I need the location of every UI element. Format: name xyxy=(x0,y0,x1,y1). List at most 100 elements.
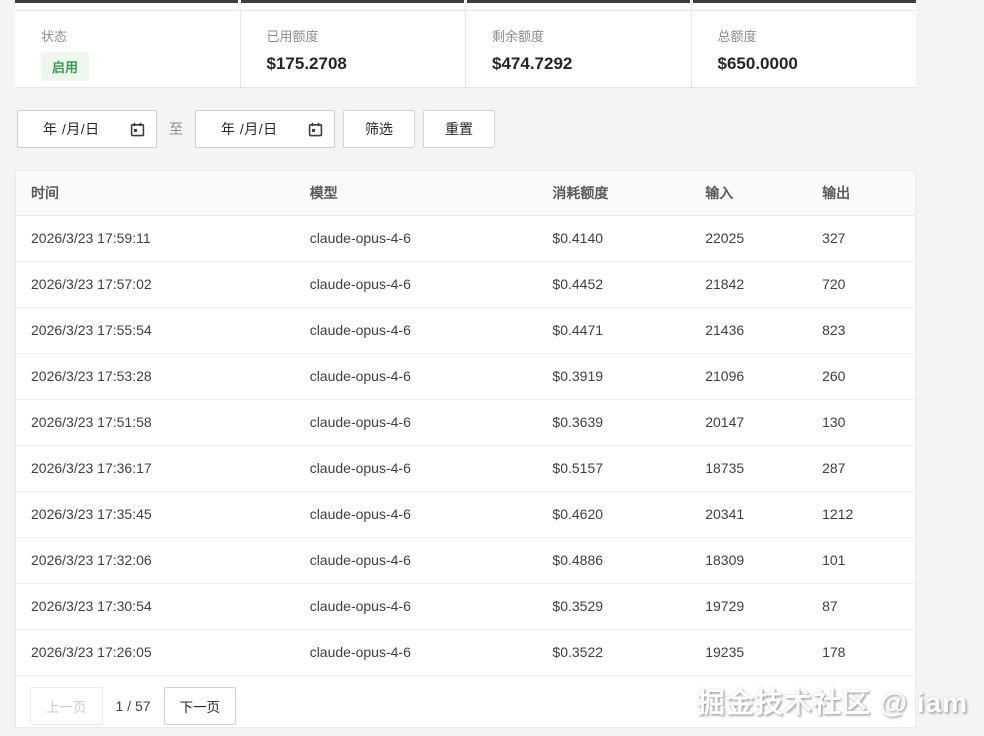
table-row: 2026/3/23 17:51:58claude-opus-4-6$0.3639… xyxy=(16,399,915,445)
next-page-button[interactable]: 下一页 xyxy=(164,687,237,725)
start-date-placeholder: 年 /月/日 xyxy=(43,119,100,139)
table-cell: 2026/3/23 17:32:06 xyxy=(16,537,295,583)
stat-card: 已用额度 $175.2708 xyxy=(240,11,466,87)
calendar-icon[interactable] xyxy=(130,122,145,137)
table-cell: claude-opus-4-6 xyxy=(295,215,538,261)
table-cell: $0.3639 xyxy=(537,399,690,445)
pagination: 上一页 1 / 57 下一页 xyxy=(16,676,915,736)
table-cell: 101 xyxy=(807,537,915,583)
usage-table: 时间模型消耗额度输入输出 2026/3/23 17:59:11claude-op… xyxy=(16,171,915,675)
date-range-separator: 至 xyxy=(169,119,183,139)
table-cell: 287 xyxy=(807,445,915,491)
table-cell: 2026/3/23 17:26:05 xyxy=(16,629,295,675)
table-header-row: 时间模型消耗额度输入输出 xyxy=(16,171,915,215)
table-cell: $0.4140 xyxy=(537,215,690,261)
table-cell: 2026/3/23 17:59:11 xyxy=(16,215,295,261)
usage-table-card: 时间模型消耗额度输入输出 2026/3/23 17:59:11claude-op… xyxy=(15,170,916,728)
stat-value: $650.0000 xyxy=(718,54,891,74)
table-cell: 21436 xyxy=(690,307,807,353)
strip-segment xyxy=(241,0,464,10)
strip-segment xyxy=(467,0,690,10)
table-cell: claude-opus-4-6 xyxy=(295,261,538,307)
table-cell: $0.3919 xyxy=(537,353,690,399)
strip-segment xyxy=(15,0,238,10)
table-cell: claude-opus-4-6 xyxy=(295,491,538,537)
table-cell: $0.4452 xyxy=(537,261,690,307)
stat-label: 已用额度 xyxy=(267,26,440,45)
reset-button[interactable]: 重置 xyxy=(423,110,495,148)
end-date-input[interactable]: 年 /月/日 xyxy=(195,110,335,148)
strip-segment xyxy=(693,0,916,10)
table-row: 2026/3/23 17:36:17claude-opus-4-6$0.5157… xyxy=(16,445,915,491)
prev-page-button[interactable]: 上一页 xyxy=(30,687,103,725)
stat-value: $474.7292 xyxy=(492,54,665,74)
usage-table-body: 2026/3/23 17:59:11claude-opus-4-6$0.4140… xyxy=(16,215,915,675)
table-cell: 20341 xyxy=(690,491,807,537)
stat-value: $175.2708 xyxy=(267,54,440,74)
stat-label: 总额度 xyxy=(718,26,891,45)
table-cell: 178 xyxy=(807,629,915,675)
table-cell: 2026/3/23 17:55:54 xyxy=(16,307,295,353)
table-cell: $0.3522 xyxy=(537,629,690,675)
stat-card: 剩余额度 $474.7292 xyxy=(465,11,691,87)
table-cell: 260 xyxy=(807,353,915,399)
stat-label: 状态 xyxy=(41,26,214,45)
date-filter-bar: 年 /月/日 至 年 /月/日 筛选 xyxy=(17,110,495,148)
column-header: 输入 xyxy=(690,171,807,215)
column-header: 模型 xyxy=(295,171,538,215)
table-cell: 823 xyxy=(807,307,915,353)
table-cell: 21096 xyxy=(690,353,807,399)
table-cell: claude-opus-4-6 xyxy=(295,353,538,399)
table-cell: 2026/3/23 17:53:28 xyxy=(16,353,295,399)
table-cell: 19235 xyxy=(690,629,807,675)
table-cell: 327 xyxy=(807,215,915,261)
status-badge: 启用 xyxy=(41,52,89,81)
table-cell: claude-opus-4-6 xyxy=(295,445,538,491)
table-row: 2026/3/23 17:53:28claude-opus-4-6$0.3919… xyxy=(16,353,915,399)
table-cell: 130 xyxy=(807,399,915,445)
table-cell: claude-opus-4-6 xyxy=(295,399,538,445)
table-cell: 2026/3/23 17:35:45 xyxy=(16,491,295,537)
table-cell: 21842 xyxy=(690,261,807,307)
table-cell: $0.3529 xyxy=(537,583,690,629)
table-cell: 1212 xyxy=(807,491,915,537)
table-cell: 720 xyxy=(807,261,915,307)
stat-label: 剩余额度 xyxy=(492,26,665,45)
table-cell: $0.5157 xyxy=(537,445,690,491)
table-cell: $0.4620 xyxy=(537,491,690,537)
end-date-placeholder: 年 /月/日 xyxy=(221,119,278,139)
table-cell: $0.4886 xyxy=(537,537,690,583)
table-cell: 20147 xyxy=(690,399,807,445)
table-cell: claude-opus-4-6 xyxy=(295,629,538,675)
table-row: 2026/3/23 17:30:54claude-opus-4-6$0.3529… xyxy=(16,583,915,629)
table-cell: 18309 xyxy=(690,537,807,583)
table-cell: 19729 xyxy=(690,583,807,629)
column-header: 消耗额度 xyxy=(537,171,690,215)
table-cell: claude-opus-4-6 xyxy=(295,583,538,629)
start-date-input[interactable]: 年 /月/日 xyxy=(17,110,157,148)
stat-card: 状态 启用 xyxy=(15,11,240,87)
filter-button[interactable]: 筛选 xyxy=(343,110,415,148)
table-cell: 18735 xyxy=(690,445,807,491)
column-header: 输出 xyxy=(807,171,915,215)
table-row: 2026/3/23 17:35:45claude-opus-4-6$0.4620… xyxy=(16,491,915,537)
quota-stats-row: 状态 启用 已用额度 $175.2708 剩余额度 $474.7292 总额度 … xyxy=(15,10,916,88)
stat-card: 总额度 $650.0000 xyxy=(691,11,917,87)
table-row: 2026/3/23 17:59:11claude-opus-4-6$0.4140… xyxy=(16,215,915,261)
table-row: 2026/3/23 17:57:02claude-opus-4-6$0.4452… xyxy=(16,261,915,307)
cropped-cards-strip xyxy=(15,0,916,10)
table-cell: 2026/3/23 17:51:58 xyxy=(16,399,295,445)
table-row: 2026/3/23 17:55:54claude-opus-4-6$0.4471… xyxy=(16,307,915,353)
table-cell: 87 xyxy=(807,583,915,629)
table-row: 2026/3/23 17:26:05claude-opus-4-6$0.3522… xyxy=(16,629,915,675)
table-cell: $0.4471 xyxy=(537,307,690,353)
table-cell: claude-opus-4-6 xyxy=(295,537,538,583)
table-cell: 2026/3/23 17:57:02 xyxy=(16,261,295,307)
table-cell: claude-opus-4-6 xyxy=(295,307,538,353)
calendar-icon[interactable] xyxy=(308,122,323,137)
column-header: 时间 xyxy=(16,171,295,215)
table-row: 2026/3/23 17:32:06claude-opus-4-6$0.4886… xyxy=(16,537,915,583)
table-cell: 2026/3/23 17:36:17 xyxy=(16,445,295,491)
usage-dashboard-page: 状态 启用 已用额度 $175.2708 剩余额度 $474.7292 总额度 … xyxy=(0,0,984,734)
table-cell: 22025 xyxy=(690,215,807,261)
